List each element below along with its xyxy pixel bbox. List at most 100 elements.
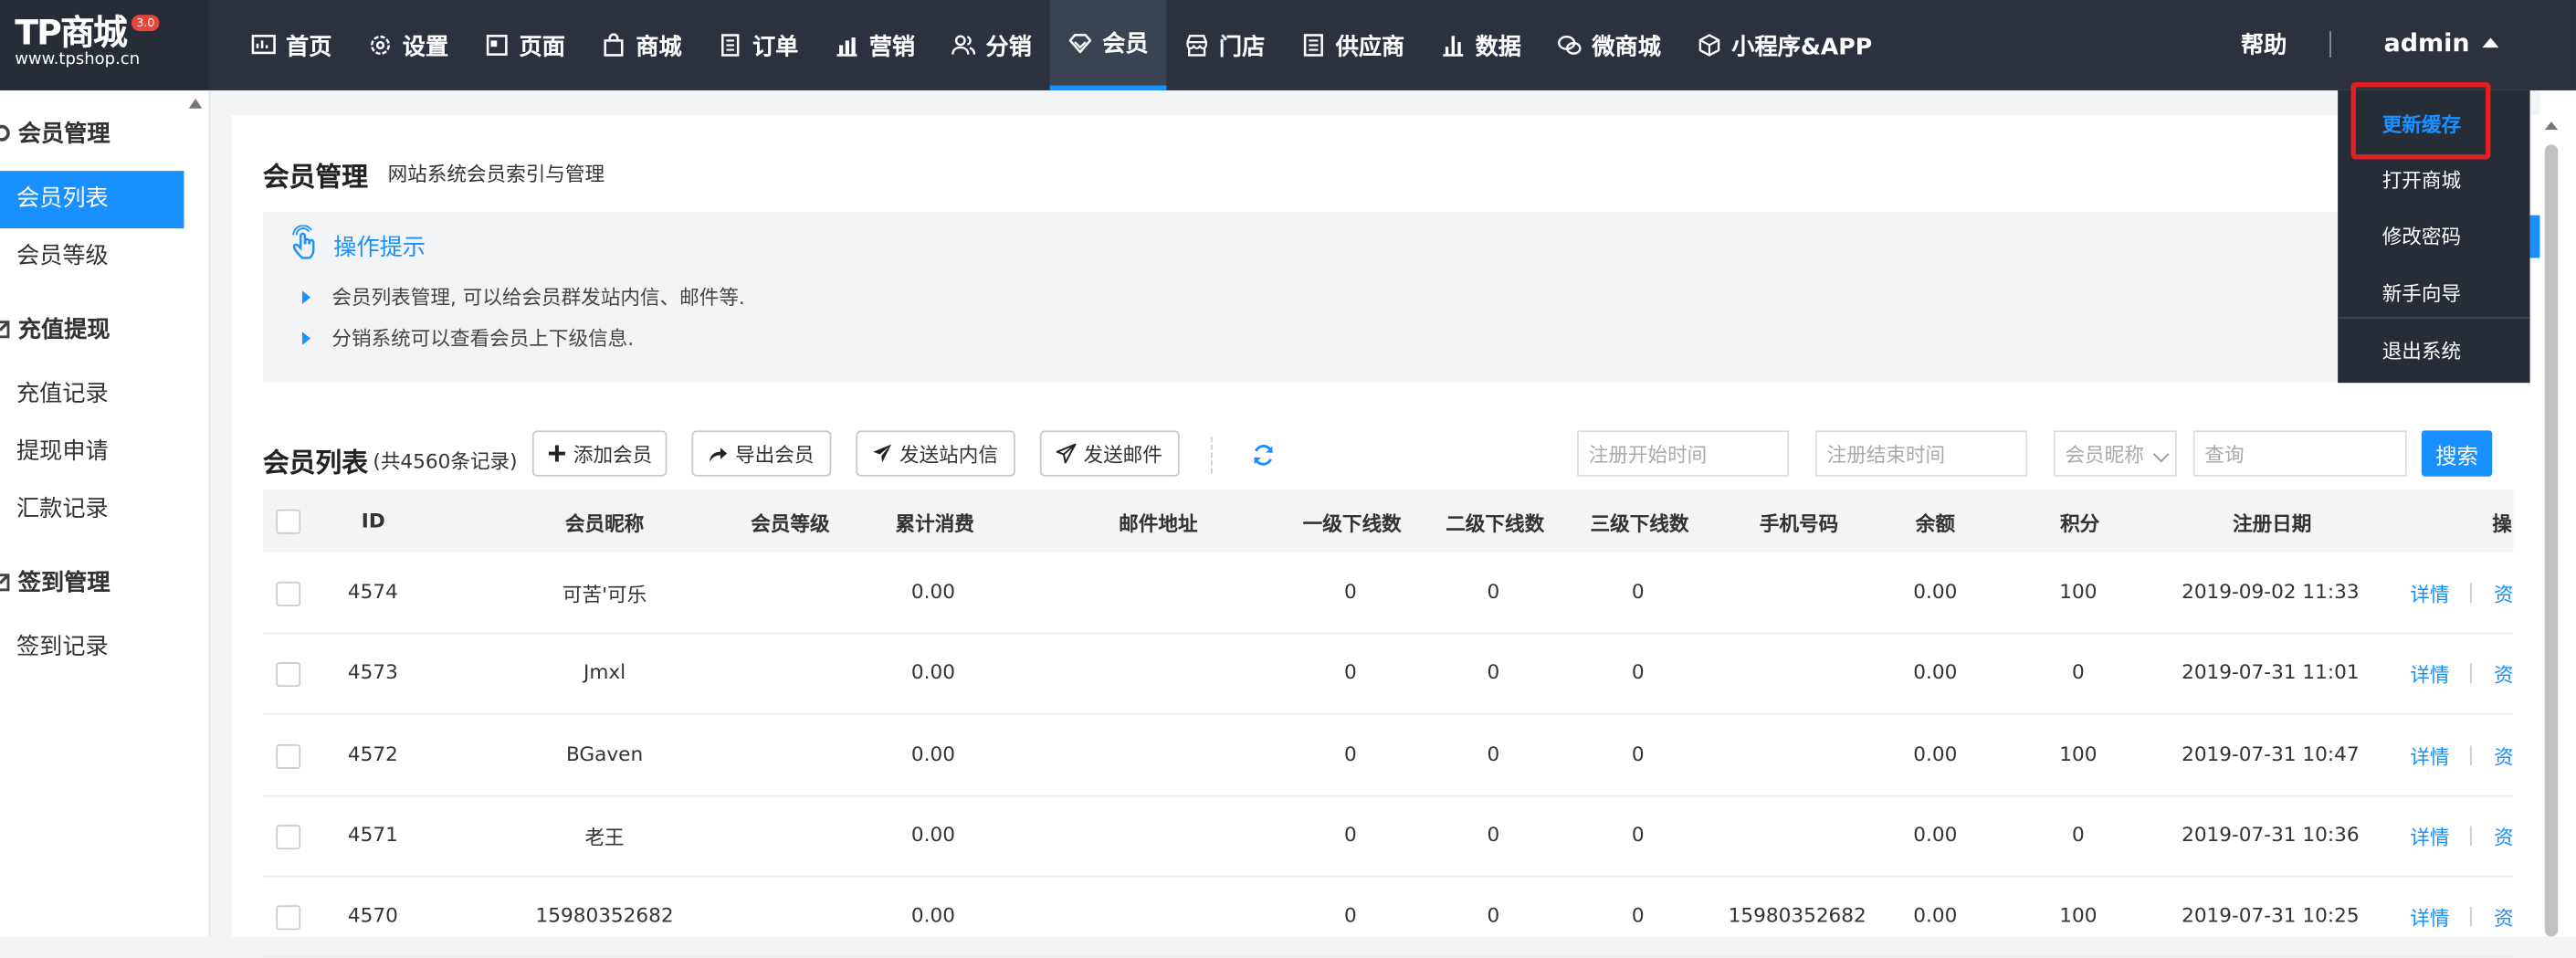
list-title: 会员列表 — [262, 447, 369, 479]
nav-item-members[interactable]: 会员 — [1049, 0, 1167, 90]
nav-label: 首页 — [286, 33, 332, 60]
button-label: 发送站内信 — [899, 442, 998, 467]
detail-link[interactable]: 详情 — [2410, 580, 2449, 608]
sidebar-group-recharge-withdraw[interactable]: 充值提现 — [0, 312, 110, 345]
secondary-action-link[interactable]: 资 — [2494, 823, 2514, 851]
nav-item-home[interactable]: 首页 — [233, 0, 350, 90]
secondary-action-link[interactable]: 资 — [2494, 742, 2514, 770]
order-list-icon — [721, 34, 740, 57]
sidebar-item-member-levels[interactable]: 会员等级 — [0, 228, 184, 286]
column-header-points[interactable]: 积分 — [2060, 510, 2099, 538]
secondary-action-link[interactable]: 资 — [2494, 904, 2514, 932]
nav-item-orders[interactable]: 订单 — [699, 0, 816, 90]
row-checkbox[interactable] — [276, 662, 301, 688]
column-header-level3-downline[interactable]: 三级下线数 — [1591, 510, 1689, 538]
scrollbar-thumb[interactable] — [2544, 144, 2559, 937]
search-field-select[interactable]: 会员昵称 — [2053, 430, 2177, 477]
row-checkbox[interactable] — [276, 743, 301, 769]
sidebar-item-sign-in-records[interactable]: 签到记录 — [0, 619, 184, 677]
sidebar-item-remittance-records[interactable]: 汇款记录 — [0, 481, 184, 539]
register-end-date-input[interactable]: 注册结束时间 — [1815, 430, 2028, 477]
column-header-level2-downline[interactable]: 二级下线数 — [1446, 510, 1544, 538]
column-header-register-date[interactable]: 注册日期 — [2233, 510, 2311, 538]
nav-item-mall[interactable]: 商城 — [584, 0, 700, 90]
row-checkbox[interactable] — [276, 905, 301, 931]
nav-item-suppliers[interactable]: 供应商 — [1283, 0, 1423, 90]
menu-item-logout[interactable]: 退出系统 — [2382, 337, 2461, 365]
cell-l1: 0 — [1343, 903, 1357, 928]
nav-item-pages[interactable]: 页面 — [467, 0, 584, 90]
query-input[interactable]: 查询 — [2192, 430, 2407, 477]
cell-l2: 0 — [1487, 903, 1500, 928]
register-start-date-input[interactable]: 注册开始时间 — [1577, 430, 1790, 477]
menu-item-change-password[interactable]: 修改密码 — [2382, 222, 2461, 250]
send-site-message-button[interactable]: 发送站内信 — [856, 430, 1015, 477]
logo-title: TP商城 — [15, 13, 128, 53]
sidebar-scroll-up-icon[interactable] — [188, 98, 203, 109]
nav-label: 分销 — [985, 33, 1032, 60]
menu-item-open-mall[interactable]: 打开商城 — [2382, 166, 2461, 195]
gear-icon — [0, 124, 10, 142]
nav-item-settings[interactable]: 设置 — [350, 0, 467, 90]
detail-link[interactable]: 详情 — [2410, 904, 2449, 932]
cell-id: 4570 — [347, 903, 398, 928]
row-checkbox[interactable] — [276, 581, 301, 606]
column-header-id[interactable]: ID — [362, 510, 385, 532]
sidebar-item-withdraw-requests[interactable]: 提现申请 — [0, 424, 184, 481]
cell-date: 2019-07-31 10:25 — [2182, 903, 2360, 928]
shopping-bag-icon — [604, 33, 624, 57]
secondary-action-link[interactable]: 资 — [2494, 661, 2514, 690]
nav-label: 商城 — [636, 33, 682, 60]
action-separator: | — [2467, 742, 2475, 765]
export-members-button[interactable]: 导出会员 — [691, 430, 832, 477]
column-header-total-spent[interactable]: 累计消费 — [896, 510, 974, 538]
cell-spent: 0.00 — [910, 660, 955, 684]
row-checkbox[interactable] — [276, 824, 301, 849]
page-icon — [486, 35, 508, 56]
add-member-button[interactable]: 添加会员 — [531, 430, 668, 477]
column-header-nickname[interactable]: 会员昵称 — [565, 510, 644, 538]
nav-item-stores[interactable]: 门店 — [1166, 0, 1283, 90]
cell-balance: 0.00 — [1913, 903, 1958, 928]
column-header-balance[interactable]: 余额 — [1916, 510, 1955, 538]
button-label: 添加会员 — [573, 442, 653, 467]
cell-l2: 0 — [1487, 580, 1500, 604]
tips-title[interactable]: 操作提示 — [333, 230, 426, 263]
logo[interactable]: TP商城 3.0 www.tpshop.cn — [0, 0, 209, 90]
sidebar-item-member-list[interactable]: 会员列表 — [0, 171, 184, 229]
detail-link[interactable]: 详情 — [2410, 823, 2449, 851]
cell-id: 4573 — [347, 660, 398, 684]
nav-label: 门店 — [1218, 33, 1266, 60]
nav-item-data[interactable]: 数据 — [1423, 0, 1540, 90]
sidebar-group-member-management[interactable]: 会员管理 — [0, 117, 110, 150]
column-header-level1-downline[interactable]: 一级下线数 — [1303, 510, 1402, 538]
select-all-checkbox[interactable] — [276, 509, 301, 534]
cell-date: 2019-07-31 10:47 — [2182, 742, 2360, 765]
nav-label: 小程序&APP — [1731, 33, 1873, 60]
cell-l3: 0 — [1631, 580, 1645, 604]
nav-item-marketing[interactable]: 营销 — [816, 0, 933, 90]
help-link[interactable]: 帮助 — [2241, 28, 2287, 61]
sidebar-group-sign-in[interactable]: 签到管理 — [0, 565, 110, 598]
menu-item-beginner-guide[interactable]: 新手向导 — [2382, 279, 2461, 308]
scroll-up-icon[interactable] — [2544, 121, 2559, 131]
column-header-level[interactable]: 会员等级 — [751, 510, 829, 538]
store-icon — [1186, 35, 1207, 57]
cell-id: 4574 — [347, 580, 398, 604]
nav-item-distribution[interactable]: 分销 — [933, 0, 1050, 90]
user-menu-toggle[interactable]: admin — [2383, 28, 2499, 58]
nav-item-wechat-mall[interactable]: 微商城 — [1540, 0, 1679, 90]
cell-l3: 0 — [1631, 742, 1645, 765]
column-header-email[interactable]: 邮件地址 — [1119, 510, 1197, 538]
send-email-button[interactable]: 发送邮件 — [1039, 430, 1180, 477]
secondary-action-link[interactable]: 资 — [2494, 580, 2514, 608]
search-button[interactable]: 搜索 — [2421, 430, 2493, 477]
detail-link[interactable]: 详情 — [2410, 661, 2449, 690]
sidebar-item-recharge-records[interactable]: 充值记录 — [0, 366, 184, 424]
edit-icon — [0, 321, 10, 339]
nav-item-miniapp[interactable]: 小程序&APP — [1679, 0, 1890, 90]
side-tab-edge[interactable] — [2529, 215, 2540, 258]
detail-link[interactable]: 详情 — [2410, 742, 2449, 770]
refresh-icon[interactable] — [1252, 444, 1275, 467]
column-header-phone[interactable]: 手机号码 — [1760, 510, 1838, 538]
